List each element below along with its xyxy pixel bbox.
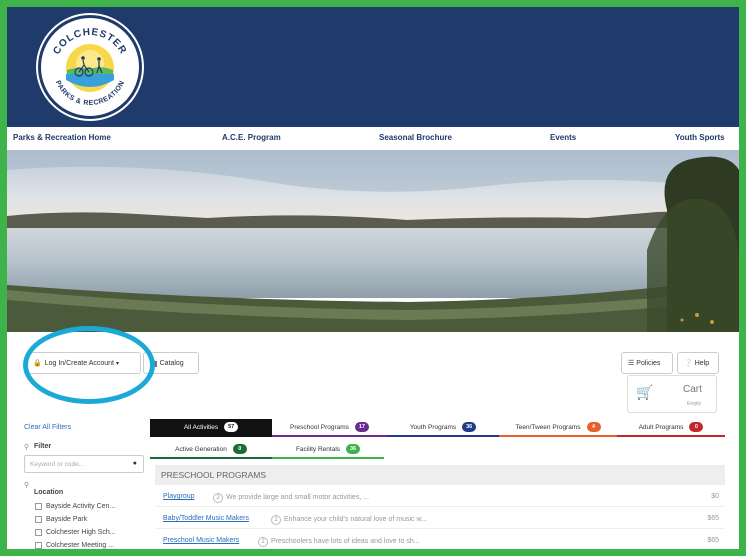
policies-label: Policies — [636, 359, 661, 367]
tab-label: Teen/Tween Programs — [515, 423, 581, 431]
location-label: Bayside Activity Cen... — [46, 503, 116, 510]
program-description: 2 Preschoolers have lots of ideas and lov… — [258, 537, 420, 547]
program-row[interactable]: Baby/Toddler Music Makers 2 Enhance your … — [155, 509, 725, 529]
program-price: $65 — [707, 537, 719, 544]
program-title-link[interactable]: Baby/Toddler Music Makers — [163, 515, 249, 522]
program-desc-text: Preschoolers have lots of ideas and love… — [271, 538, 420, 545]
filter-heading: Filter — [34, 443, 52, 450]
tab-count-badge: 36 — [346, 444, 361, 454]
program-title-link[interactable]: Preschool Music Makers — [163, 537, 239, 544]
location-checkbox[interactable] — [35, 542, 42, 549]
tab-count-badge: 4 — [586, 422, 601, 432]
lock-icon: 🔒 — [33, 360, 42, 367]
cart-icon: 🛒 — [636, 384, 654, 400]
site-header: COLCHESTER PARKS & RECREATION — [7, 7, 739, 127]
help-label: Help — [694, 359, 710, 367]
tab-preschool-programs[interactable]: Preschool Programs 17 — [272, 419, 387, 437]
cart-widget[interactable]: 🛒 Cart Empty — [627, 375, 717, 413]
tab-label: Facility Rentals — [295, 445, 341, 453]
list-icon: ☰ — [628, 360, 635, 367]
tab-label: Adult Programs — [638, 423, 684, 431]
logo-graphic: COLCHESTER PARKS & RECREATION — [43, 20, 137, 114]
filter-search-icon: ⚲ — [24, 444, 30, 451]
tab-count-badge: 17 — [354, 422, 369, 432]
tab-label: Preschool Programs — [290, 423, 349, 431]
keyword-search-placeholder: Keyword or code... — [30, 461, 85, 468]
location-label: Colchester Meeting ... — [46, 542, 115, 549]
hero-image — [7, 150, 739, 332]
login-create-account-button[interactable]: 🔒 Log In/Create Account ▾ — [26, 352, 141, 374]
nav-link-events[interactable]: Events — [550, 133, 576, 142]
keyword-search-input[interactable]: Keyword or code... ● — [24, 455, 144, 473]
policies-button[interactable]: ☰ Policies — [621, 352, 673, 374]
tab-youth-programs[interactable]: Youth Programs 36 — [387, 419, 499, 437]
clear-all-filters-link[interactable]: Clear All Filters — [24, 424, 71, 431]
program-title-link[interactable]: Playgroup — [163, 493, 195, 500]
location-pin-icon: ⚲ — [24, 482, 30, 489]
program-price: $65 — [707, 515, 719, 522]
section-title: PRESCHOOL PROGRAMS — [155, 465, 725, 485]
program-description: 2 We provide large and small motor activi… — [213, 493, 369, 503]
tab-label: Youth Programs — [409, 423, 457, 431]
tab-label: All Activities — [183, 423, 219, 431]
grid-icon: ▦ — [150, 358, 158, 368]
program-price: $0 — [711, 493, 719, 500]
page-frame: COLCHESTER PARKS & RECREATION Parks & Re… — [0, 0, 746, 556]
tab-count-badge: 0 — [232, 444, 247, 454]
category-tabs: All Activities 57 Preschool Programs 17 … — [150, 419, 725, 463]
cart-status: Empty — [687, 401, 702, 407]
nav-link-seasonal-brochure[interactable]: Seasonal Brochure — [379, 133, 452, 142]
tab-facility-rentals[interactable]: Facility Rentals 36 — [272, 441, 384, 459]
login-label: Log In/Create Account — [44, 359, 114, 367]
help-button[interactable]: ❔ Help — [677, 352, 719, 374]
caret-down-icon: ▾ — [116, 360, 120, 367]
search-options-dot-icon: ● — [132, 460, 137, 467]
tab-adult-programs[interactable]: Adult Programs 0 — [617, 419, 725, 437]
nav-link-youth-sports[interactable]: Youth Sports — [675, 133, 725, 142]
location-heading: Location — [34, 489, 64, 496]
program-list: PRESCHOOL PROGRAMS Playgroup 2 We provide… — [155, 465, 725, 549]
tab-active-generation[interactable]: Active Generation 0 — [150, 441, 272, 459]
program-description: 2 Enhance your child's natural love of mu… — [271, 515, 427, 525]
nav-link-ace-program[interactable]: A.C.E. Program — [222, 133, 281, 142]
location-label: Colchester High Sch... — [46, 529, 116, 536]
catalog-label: Catalog — [159, 359, 184, 367]
tab-count-badge: 36 — [462, 422, 477, 432]
catalog-button[interactable]: ▦ Catalog — [143, 352, 199, 374]
colchester-logo[interactable]: COLCHESTER PARKS & RECREATION — [38, 15, 142, 119]
tab-label: Active Generation — [175, 445, 227, 453]
program-desc-text: We provide large and small motor activit… — [226, 494, 370, 501]
tab-count-badge: 0 — [689, 422, 704, 432]
tab-count-badge: 57 — [224, 422, 239, 432]
location-checkbox[interactable] — [35, 516, 42, 523]
program-row[interactable]: Playgroup 2 We provide large and small mo… — [155, 487, 725, 507]
location-checkbox[interactable] — [35, 503, 42, 510]
session-count: 2 — [258, 537, 268, 547]
main-nav: Parks & Recreation Home A.C.E. Program S… — [7, 127, 739, 150]
program-desc-text: Enhance your child's natural love of mus… — [284, 516, 427, 523]
tab-all-activities[interactable]: All Activities 57 — [150, 419, 272, 437]
cart-label: Cart — [683, 384, 702, 395]
session-count: 2 — [271, 515, 281, 525]
program-row[interactable]: Preschool Music Makers 2 Preschoolers hav… — [155, 531, 725, 549]
hero-lake-photo — [7, 150, 739, 332]
session-count: 2 — [213, 493, 223, 503]
filter-sidebar: Clear All Filters ⚲ Filter Keyword or co… — [21, 419, 146, 549]
tab-teen-tween-programs[interactable]: Teen/Tween Programs 4 — [499, 419, 617, 437]
location-label: Bayside Park — [46, 516, 88, 523]
location-checkbox[interactable] — [35, 529, 42, 536]
nav-link-home[interactable]: Parks & Recreation Home — [13, 133, 111, 142]
help-icon: ❔ — [684, 360, 693, 367]
